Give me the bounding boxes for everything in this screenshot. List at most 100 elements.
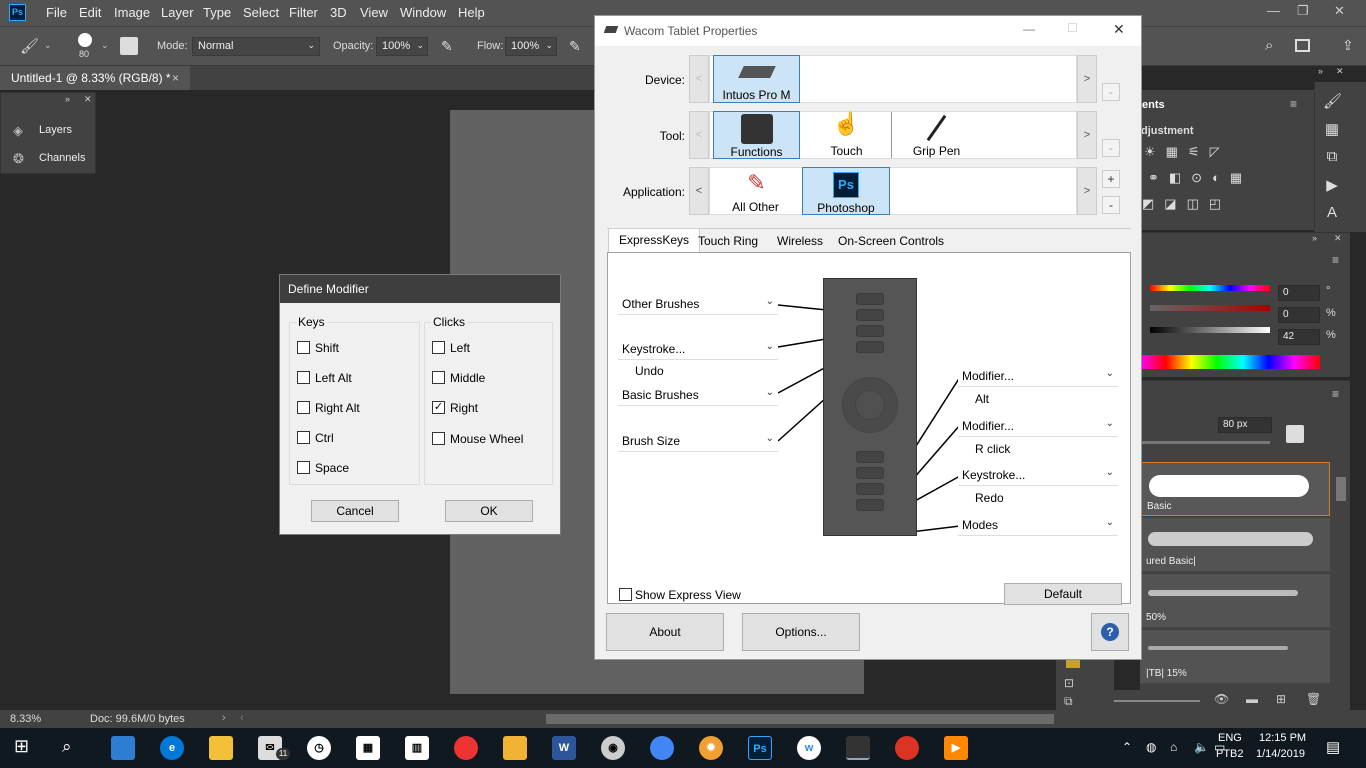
options-button[interactable]: Options... xyxy=(742,613,860,651)
clone-source-icon[interactable]: ⧉ xyxy=(1323,148,1341,166)
share-icon[interactable]: ⇪ xyxy=(1342,37,1354,54)
menu-select[interactable]: Select xyxy=(243,5,279,20)
flow-input[interactable]: 100% ⌄ xyxy=(505,37,557,56)
vertical-scrollbar-thumb[interactable] xyxy=(1336,477,1346,501)
default-button[interactable]: Default xyxy=(1004,583,1122,605)
new-brush-icon[interactable]: ⊞ xyxy=(1276,692,1286,706)
windows-start-icon[interactable]: ⊞ xyxy=(14,736,29,757)
trash-icon[interactable]: 🗑 xyxy=(1306,692,1321,706)
app-icon[interactable] xyxy=(895,736,919,760)
color-spectrum[interactable] xyxy=(1140,355,1320,369)
tool-remove-button[interactable]: - xyxy=(1102,139,1120,157)
device-intuos-pro-m[interactable]: Intuos Pro M xyxy=(713,55,800,103)
ok-button[interactable]: OK xyxy=(445,500,533,522)
saturation-slider[interactable] xyxy=(1150,305,1270,311)
right-click-checkbox[interactable]: ✓ xyxy=(432,401,445,414)
clock-date[interactable]: 1/14/2019 xyxy=(1256,748,1305,760)
chevron-down-icon[interactable]: ⌄ xyxy=(101,40,109,51)
ps-restore-icon[interactable]: ❐ xyxy=(1297,3,1309,19)
menu-edit[interactable]: Edit xyxy=(79,5,101,20)
search-icon[interactable]: ⌕ xyxy=(1265,37,1273,54)
brush-preset[interactable]: 50% xyxy=(1140,574,1330,628)
chevron-down-icon[interactable]: ⌄ xyxy=(44,40,52,51)
network-icon[interactable]: ⌂ xyxy=(1170,740,1177,754)
workspace-icon[interactable] xyxy=(1295,39,1310,52)
zoom-level[interactable]: 8.33% xyxy=(10,713,41,725)
left-click-checkbox[interactable] xyxy=(432,341,445,354)
menu-filter[interactable]: Filter xyxy=(289,5,318,20)
about-button[interactable]: About xyxy=(606,613,724,651)
collapse-icon[interactable]: » xyxy=(1312,233,1317,243)
edge-browser-icon[interactable]: e xyxy=(160,736,184,760)
wacom-app-icon[interactable]: w xyxy=(797,736,821,760)
menu-help[interactable]: Help xyxy=(458,5,485,20)
preview-size-slider[interactable] xyxy=(1100,700,1200,702)
shift-checkbox[interactable] xyxy=(297,341,310,354)
ps-minimize-icon[interactable]: — xyxy=(1267,3,1280,18)
calendar-icon[interactable]: ▦ xyxy=(356,736,380,760)
tab-wireless[interactable]: Wireless xyxy=(767,230,833,252)
menu-3d[interactable]: 3D xyxy=(330,5,347,20)
menu-file[interactable]: File xyxy=(46,5,67,20)
brightness-slider[interactable] xyxy=(1150,327,1270,333)
ps-close-icon[interactable]: ✕ xyxy=(1334,3,1345,19)
tool-functions[interactable]: Functions xyxy=(713,111,800,159)
horizontal-scrollbar[interactable] xyxy=(546,714,1054,724)
tool-touch[interactable]: ☝ Touch xyxy=(803,111,890,159)
close-icon[interactable]: ✕ xyxy=(1336,66,1344,77)
tool-prev-button[interactable]: < xyxy=(689,111,709,159)
close-icon[interactable]: ✕ xyxy=(1334,233,1342,244)
brightness-value[interactable]: 42 xyxy=(1278,329,1320,345)
layers-tab[interactable]: Layers xyxy=(39,124,72,136)
panel-menu-icon[interactable]: ≡ xyxy=(1332,387,1339,401)
expresskey-6-dropdown[interactable]: Modifier... ⌄ xyxy=(958,415,1118,437)
chrome-icon[interactable] xyxy=(650,736,674,760)
folder-icon[interactable] xyxy=(209,736,233,760)
collapse-icon[interactable]: » xyxy=(65,94,70,104)
expresskey-4-dropdown[interactable]: Brush Size ⌄ xyxy=(618,430,778,452)
adjustment-icons-row-3[interactable]: ◩◪◫◰ xyxy=(1142,196,1252,212)
device-prev-button[interactable]: < xyxy=(689,55,709,103)
brush-preset[interactable]: |TB| 15% xyxy=(1140,630,1330,684)
expresskey-8-dropdown[interactable]: Modes ⌄ xyxy=(958,514,1118,536)
brush-preset[interactable]: Basic xyxy=(1140,462,1330,516)
brush-size-slider[interactable] xyxy=(1140,441,1270,444)
opacity-input[interactable]: 100% ⌄ xyxy=(376,37,428,56)
application-prev-button[interactable]: < xyxy=(689,167,709,215)
expresskey-2-dropdown[interactable]: Keystroke... ⌄ xyxy=(618,338,778,360)
tool-next-button[interactable]: > xyxy=(1077,111,1097,159)
brush-tool-icon[interactable]: 🖌 xyxy=(20,37,39,55)
wacom-tablet-icon[interactable] xyxy=(846,736,870,760)
show-express-view-checkbox[interactable] xyxy=(619,588,632,601)
brush-settings-icon[interactable] xyxy=(1286,425,1304,443)
adjustment-icons-row-1[interactable]: ☀▦⚟◸ xyxy=(1144,144,1254,160)
close-icon[interactable]: ✕ xyxy=(84,94,92,105)
expresskey-7-dropdown[interactable]: Keystroke... ⌄ xyxy=(958,464,1118,486)
hue-slider[interactable] xyxy=(1150,285,1270,291)
middle-click-checkbox[interactable] xyxy=(432,371,445,384)
minimize-icon[interactable]: — xyxy=(1023,22,1035,36)
brush-size-input[interactable]: 80 px xyxy=(1218,417,1272,433)
device-next-button[interactable]: > xyxy=(1077,55,1097,103)
application-all-other[interactable]: ✎ All Other xyxy=(713,167,800,215)
airbrush-icon[interactable]: ✎ xyxy=(569,38,581,55)
volume-icon[interactable]: 🔈 xyxy=(1194,740,1209,754)
notifications-icon[interactable]: ▤ xyxy=(1326,738,1340,756)
alarm-clock-icon[interactable]: ◷ xyxy=(307,736,331,760)
clock-time[interactable]: 12:15 PM xyxy=(1259,732,1306,744)
brush-settings-icon[interactable] xyxy=(120,37,138,55)
tool-grip-pen[interactable]: Grip Pen xyxy=(893,111,980,159)
left-alt-checkbox[interactable] xyxy=(297,371,310,384)
keyboard-layout[interactable]: PTB2 xyxy=(1216,748,1244,760)
expresskey-3-dropdown[interactable]: Basic Brushes ⌄ xyxy=(618,384,778,406)
info-icon[interactable]: ⊡ xyxy=(1064,676,1074,690)
menu-layer[interactable]: Layer xyxy=(161,5,194,20)
brush-preview-icon[interactable] xyxy=(78,33,92,47)
chevron-right-icon[interactable]: › xyxy=(222,712,226,724)
document-tab[interactable]: Untitled-1 @ 8.33% (RGB/8) * × xyxy=(0,66,190,90)
menu-view[interactable]: View xyxy=(360,5,388,20)
right-alt-checkbox[interactable] xyxy=(297,401,310,414)
application-next-button[interactable]: > xyxy=(1077,167,1097,215)
tray-chevron-icon[interactable]: ⌃ xyxy=(1122,740,1132,754)
character-icon[interactable]: A xyxy=(1323,204,1341,222)
